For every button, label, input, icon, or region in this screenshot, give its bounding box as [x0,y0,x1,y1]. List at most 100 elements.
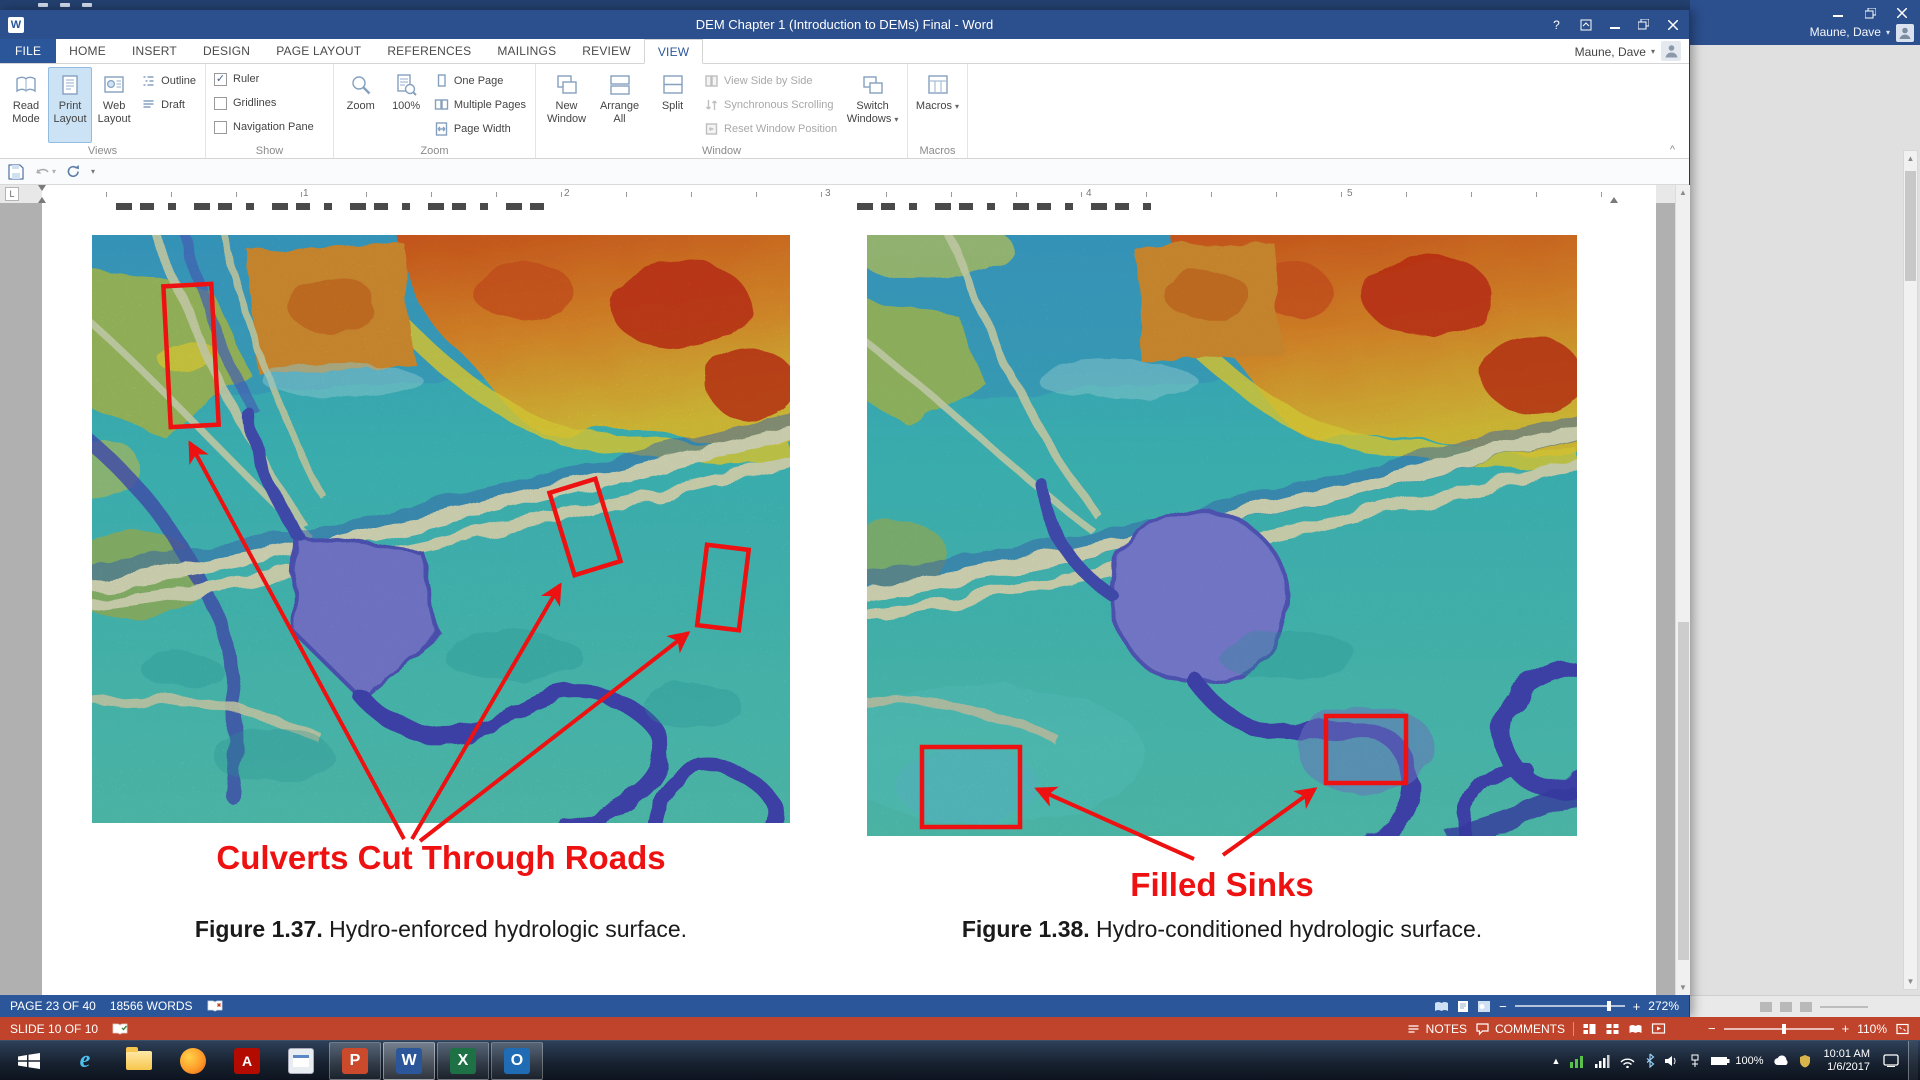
zoom-level[interactable]: 272% [1648,999,1679,1013]
account-menu[interactable]: Maune, Dave ▾ [1575,39,1655,64]
zoom-slider-thumb[interactable] [1607,1001,1611,1011]
reading-view-button[interactable] [1628,1017,1643,1040]
hidden-icons-button[interactable]: ▲ [1551,1056,1560,1066]
zoom-out-button[interactable]: − [1499,999,1507,1014]
bg-scrollbar-thumb[interactable] [1905,171,1916,281]
network-signal-icon[interactable] [1594,1054,1610,1068]
ruler-checkbox[interactable]: ✓ Ruler [210,67,318,91]
minimize-button[interactable] [1600,10,1629,39]
battery-indicator[interactable]: 100% [1711,1055,1763,1067]
taskbar-internet-explorer[interactable]: e [59,1042,111,1080]
bg-vertical-scrollbar[interactable]: ▲ ▼ [1903,150,1918,990]
switch-windows-button[interactable]: Switch Windows ▾ [842,67,903,143]
taskbar-outlook[interactable]: O [491,1042,543,1080]
ppt-zoom-slider[interactable] [1724,1028,1834,1030]
split-button[interactable]: Split [646,67,699,143]
undo-dropdown-icon[interactable]: ▾ [52,167,56,176]
notes-button[interactable]: NOTES [1406,1017,1467,1040]
navigation-pane-checkbox[interactable]: Navigation Pane [210,115,318,139]
slide-indicator[interactable]: SLIDE 10 OF 10 [10,1022,98,1036]
read-mode-button[interactable]: Read Mode [4,67,48,143]
bg-account[interactable]: Maune, Dave ▾ [1810,25,1890,39]
performance-monitor-icon[interactable] [1569,1054,1585,1068]
tab-design[interactable]: DESIGN [190,39,263,63]
bluetooth-icon[interactable] [1645,1053,1655,1068]
scroll-up-icon[interactable]: ▲ [1904,151,1917,166]
gridlines-checkbox[interactable]: Gridlines [210,91,318,115]
zoom-button[interactable]: Zoom [338,67,383,143]
comments-button[interactable]: COMMENTS [1475,1017,1565,1040]
outline-button[interactable]: Outline [136,69,201,93]
reset-window-position-button[interactable]: Reset Window Position [699,117,842,141]
right-indent-marker[interactable] [1610,193,1618,203]
ribbon-display-options-button[interactable] [1571,10,1600,39]
multiple-pages-button[interactable]: Multiple Pages [429,93,531,117]
onedrive-icon[interactable] [1773,1055,1790,1067]
synchronous-scrolling-button[interactable]: Synchronous Scrolling [699,93,842,117]
security-shield-icon[interactable] [1799,1054,1811,1068]
document-page[interactable]: Culverts Cut Through Roads Figure 1.37. … [42,203,1656,995]
avatar[interactable] [1661,41,1681,61]
usb-icon[interactable] [1688,1054,1702,1068]
taskbar-powerpoint[interactable]: P [329,1042,381,1080]
normal-view-button[interactable] [1582,1017,1597,1040]
help-button[interactable]: ? [1542,10,1571,39]
qat-customize-icon[interactable]: ▾ [91,167,95,176]
tab-insert[interactable]: INSERT [119,39,190,63]
new-window-button[interactable]: New Window [540,67,593,143]
proofing-error-icon[interactable] [207,999,223,1013]
show-desktop-button[interactable] [1908,1041,1918,1080]
view-side-by-side-button[interactable]: View Side by Side [699,69,842,93]
arrange-all-button[interactable]: Arrange All [593,67,646,143]
zoom-100-button[interactable]: 100% [383,67,428,143]
scrollbar-thumb[interactable] [1678,622,1689,960]
tab-references[interactable]: REFERENCES [374,39,484,63]
zoom-in-button[interactable]: + [1633,999,1641,1014]
read-mode-view-button[interactable] [1434,995,1449,1017]
taskbar-generic-window[interactable] [275,1042,327,1080]
macros-button[interactable]: Macros ▾ [912,67,963,143]
document-vertical-scrollbar[interactable]: ▲ ▼ [1675,185,1690,995]
fit-slide-button[interactable] [1895,1017,1910,1040]
start-button[interactable] [1,1042,57,1080]
undo-icon[interactable] [34,165,50,179]
collapse-ribbon-button[interactable]: ^ [1670,144,1675,156]
tab-file[interactable]: FILE [0,39,56,63]
taskbar-firefox[interactable] [167,1042,219,1080]
word-count[interactable]: 18566 WORDS [110,999,193,1013]
bg-restore-button[interactable] [1856,4,1884,22]
slide-sorter-view-button[interactable] [1605,1017,1620,1040]
scroll-down-icon[interactable]: ▼ [1904,974,1917,989]
web-layout-button[interactable]: Web Layout [92,67,136,143]
ppt-zoom-in-button[interactable]: + [1842,1021,1850,1036]
tab-selector[interactable]: L [5,187,19,201]
restore-button[interactable] [1629,10,1658,39]
bg-minimize-button[interactable] [1824,4,1852,22]
redo-icon[interactable] [66,164,81,179]
scroll-down-icon[interactable]: ▼ [1676,980,1690,995]
taskbar-acrobat[interactable]: A [221,1042,273,1080]
tab-view[interactable]: VIEW [644,39,703,64]
bg-close-button[interactable] [1888,4,1916,22]
print-layout-button[interactable]: Print Layout [48,67,92,143]
draft-button[interactable]: Draft [136,93,201,117]
close-button[interactable] [1658,10,1687,39]
taskbar-file-explorer[interactable] [113,1042,165,1080]
slideshow-view-button[interactable] [1651,1017,1666,1040]
scroll-up-icon[interactable]: ▲ [1676,185,1690,200]
hanging-indent-marker[interactable] [38,193,46,203]
zoom-slider[interactable] [1515,1005,1625,1007]
volume-icon[interactable] [1664,1054,1679,1068]
page-indicator[interactable]: PAGE 23 OF 40 [10,999,96,1013]
clock[interactable]: 10:01 AM 1/6/2017 [1820,1048,1874,1074]
print-layout-view-button[interactable] [1457,995,1469,1017]
wifi-icon[interactable] [1619,1054,1636,1068]
tab-home[interactable]: HOME [56,39,119,63]
ppt-zoom-out-button[interactable]: − [1708,1021,1716,1036]
ppt-zoom-slider-thumb[interactable] [1782,1024,1786,1034]
tab-page-layout[interactable]: PAGE LAYOUT [263,39,374,63]
page-width-button[interactable]: Page Width [429,117,531,141]
save-icon[interactable] [8,164,24,180]
ppt-zoom-level[interactable]: 110% [1857,1022,1887,1036]
taskbar-excel[interactable]: X [437,1042,489,1080]
